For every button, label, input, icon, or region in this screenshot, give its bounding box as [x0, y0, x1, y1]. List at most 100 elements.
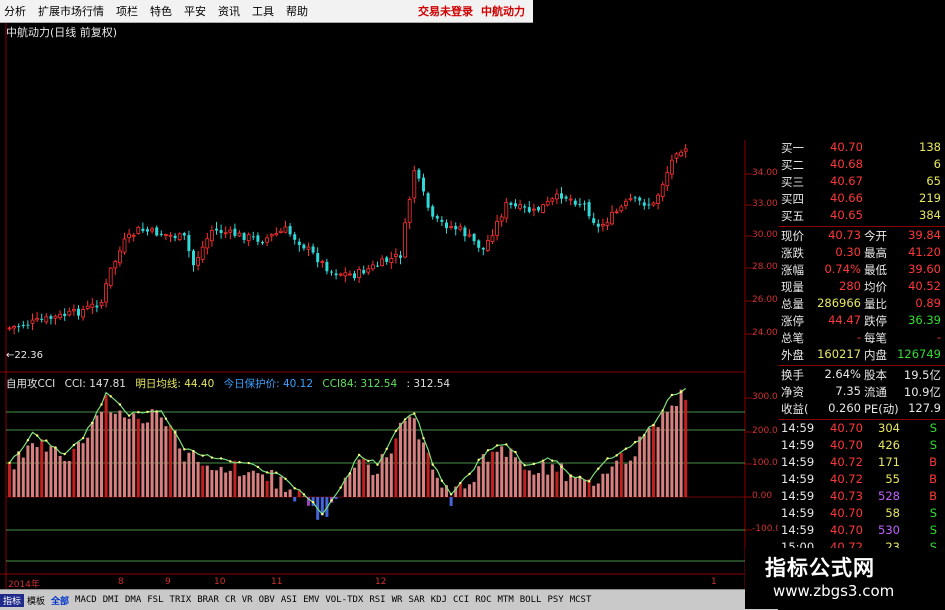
- tab-dma[interactable]: DMA: [122, 595, 144, 605]
- tab-cr[interactable]: CR: [222, 595, 239, 605]
- tab-kdj[interactable]: KDJ: [428, 595, 450, 605]
- tab-rsi[interactable]: RSI: [366, 595, 388, 605]
- tab-asi[interactable]: ASI: [278, 595, 300, 605]
- tick-row[interactable]: 14:5940.7058S: [778, 505, 945, 522]
- quote-stat-row[interactable]: 现价40.73今开39.84: [778, 227, 945, 244]
- quote-stat-row[interactable]: 涨幅0.74%最低39.60: [778, 261, 945, 278]
- tab-fsl[interactable]: FSL: [144, 595, 166, 605]
- cci-dot: [146, 411, 148, 413]
- tick-row[interactable]: 14:5940.70530S: [778, 522, 945, 539]
- bid-row[interactable]: 买一40.70138: [778, 139, 945, 156]
- cci-bar-up: [54, 447, 57, 497]
- tick-row[interactable]: 14:5940.73528B: [778, 488, 945, 505]
- stat-label: 均价: [864, 279, 887, 295]
- menu-item-tools[interactable]: 工具: [252, 3, 274, 19]
- candle-body: [459, 227, 462, 229]
- tab-mtm[interactable]: MTM: [495, 595, 517, 605]
- quote-stat-row[interactable]: 总量286966量比0.89: [778, 295, 945, 312]
- cci-dot: [478, 459, 480, 461]
- quote-stat-row[interactable]: 涨跌0.30最高41.20: [778, 244, 945, 261]
- fundamental-row[interactable]: 收益(0.260PE(动)127.9: [778, 400, 945, 417]
- tick-side: S: [930, 438, 937, 452]
- tab-[interactable]: 模板: [24, 594, 48, 607]
- quote-stat-row[interactable]: 涨停44.47跌停36.39: [778, 312, 945, 329]
- tab-trix[interactable]: TRIX: [167, 595, 195, 605]
- tick-row[interactable]: 14:5940.70304S: [778, 420, 945, 437]
- tick-row[interactable]: 14:5940.72171B: [778, 454, 945, 471]
- menu-item-columns[interactable]: 项栏: [116, 3, 138, 19]
- candle-body: [652, 203, 655, 205]
- fundamental-row[interactable]: 换手2.64%股本19.5亿: [778, 366, 945, 383]
- stat-value: 286966: [817, 296, 861, 310]
- tab-obv[interactable]: OBV: [256, 595, 278, 605]
- stat-value: 39.60: [908, 262, 941, 276]
- candle-body: [192, 251, 195, 266]
- menu-item-help[interactable]: 帮助: [286, 3, 308, 19]
- tab-brar[interactable]: BRAR: [194, 595, 222, 605]
- candle-body: [224, 233, 227, 234]
- cci-bar-up: [634, 456, 637, 497]
- cci-bar-up: [261, 474, 264, 497]
- stat-label: 总量: [781, 296, 804, 312]
- tab-[interactable]: 指标: [0, 594, 24, 607]
- cci84-value: CCI84: 312.54: [322, 378, 397, 390]
- month-tick: 10: [214, 577, 225, 587]
- quote-panel: 买一40.70138买二40.686买三40.6765买四40.66219买五4…: [778, 137, 945, 609]
- cci-bar-up: [537, 473, 540, 497]
- candle-body: [151, 229, 154, 231]
- quote-stat-row[interactable]: 总笔-每笔-: [778, 329, 945, 346]
- fund-value: 2.64%: [824, 367, 861, 381]
- tab-wr[interactable]: WR: [389, 595, 406, 605]
- bid-row[interactable]: 买五40.65384: [778, 207, 945, 224]
- candle-body: [505, 202, 508, 218]
- bid-volume: 219: [919, 191, 941, 205]
- cci-dot: [229, 460, 231, 462]
- quote-stat-row[interactable]: 外盘160217内盘126749: [778, 346, 945, 363]
- cci-bar-up: [514, 457, 517, 497]
- tab-[interactable]: 全部: [48, 594, 72, 607]
- candle-body: [555, 194, 558, 199]
- cci-bar-up: [252, 471, 255, 497]
- tab-emv[interactable]: EMV: [300, 595, 322, 605]
- tick-row[interactable]: 14:5940.7255B: [778, 471, 945, 488]
- menu-item-news[interactable]: 资讯: [218, 3, 240, 19]
- bid-row[interactable]: 买四40.66219: [778, 190, 945, 207]
- cci-dot: [174, 431, 176, 433]
- bid-row[interactable]: 买二40.686: [778, 156, 945, 173]
- bid-row[interactable]: 买三40.6765: [778, 173, 945, 190]
- candle-body: [201, 247, 204, 259]
- cci-bar-up: [22, 458, 25, 497]
- menu-item-pingan[interactable]: 平安: [184, 3, 206, 19]
- candle-body: [634, 197, 637, 198]
- tab-roc[interactable]: ROC: [472, 595, 494, 605]
- cci-bar-up: [427, 452, 430, 497]
- tab-psy[interactable]: PSY: [544, 595, 566, 605]
- cci-dot: [100, 403, 102, 405]
- tab-dmi[interactable]: DMI: [100, 595, 122, 605]
- bid-label: 买四: [781, 191, 804, 207]
- fundamental-row[interactable]: 净资7.35流通10.9亿: [778, 383, 945, 400]
- month-tick: 9: [165, 577, 171, 587]
- tab-mcst[interactable]: MCST: [567, 595, 595, 605]
- tab-voltdx[interactable]: VOL-TDX: [322, 595, 366, 605]
- candle-body: [247, 235, 250, 241]
- tab-vr[interactable]: VR: [239, 595, 256, 605]
- quote-stat-row[interactable]: 现量280均价40.52: [778, 278, 945, 295]
- cci-dot: [183, 448, 185, 450]
- tab-sar[interactable]: SAR: [405, 595, 427, 605]
- cci-bar-up: [381, 454, 384, 497]
- tab-boll[interactable]: BOLL: [517, 595, 545, 605]
- tab-macd[interactable]: MACD: [72, 595, 100, 605]
- cci-bar-up: [463, 488, 466, 497]
- stat-value: 40.52: [908, 279, 941, 293]
- menu-item-extended-market[interactable]: 扩展市场行情: [38, 3, 104, 19]
- tab-cci[interactable]: CCI: [450, 595, 472, 605]
- tick-row[interactable]: 14:5940.70426S: [778, 437, 945, 454]
- menu-item-features[interactable]: 特色: [150, 3, 172, 19]
- redaction-box: [296, 283, 647, 325]
- stat-label: 外盘: [781, 347, 804, 363]
- cci-name[interactable]: 自用攻CCI: [6, 378, 55, 390]
- bid-label: 买一: [781, 140, 804, 156]
- login-status[interactable]: 交易未登录: [418, 3, 473, 19]
- menu-item-analysis[interactable]: 分析: [4, 3, 26, 19]
